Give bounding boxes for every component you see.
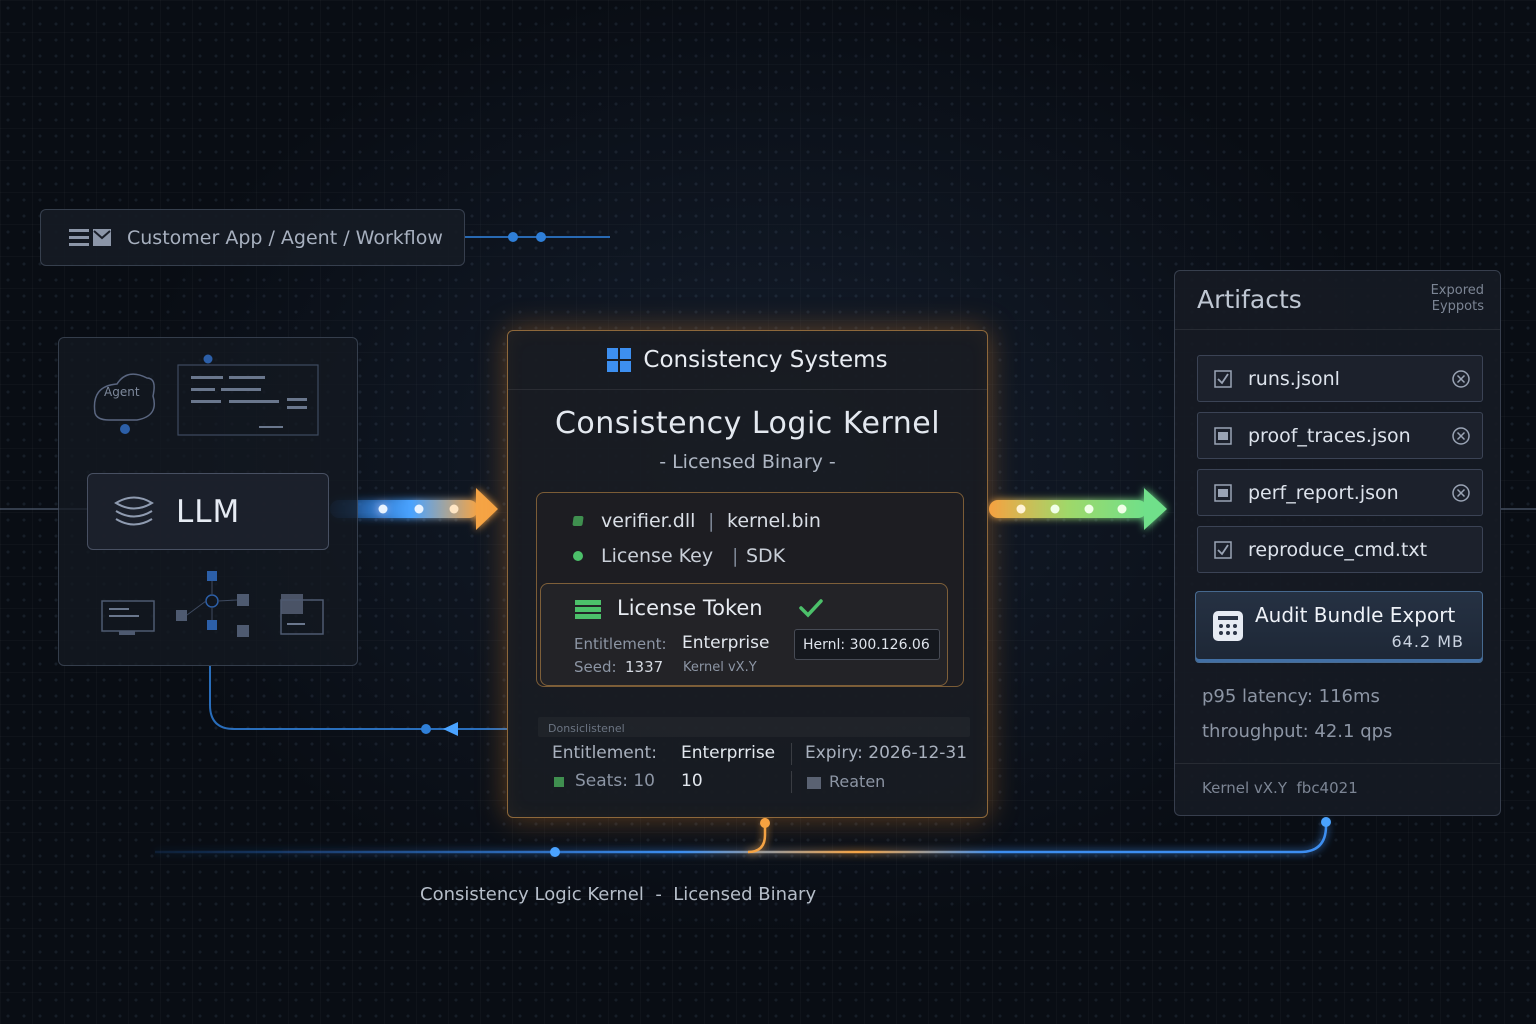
windows-logo-icon	[607, 348, 632, 372]
llm-layers-icon	[114, 496, 154, 525]
brand-name: Consistency Systems	[643, 347, 888, 373]
return-line-dot	[421, 724, 431, 734]
license-key-label[interactable]: License Key	[601, 545, 713, 567]
return-arrowhead	[443, 722, 458, 736]
llm-card[interactable]: LLM	[87, 473, 329, 550]
file-bullet-icon	[573, 551, 583, 561]
audit-bundle-size: 64.2 MB	[1391, 632, 1464, 651]
p95-latency: p95 latency: 116ms	[1202, 686, 1380, 707]
close-circle-icon[interactable]	[1451, 483, 1471, 503]
close-circle-icon[interactable]	[1451, 426, 1471, 446]
kernel-panel: Consistency Systems Consistency Logic Ke…	[507, 330, 988, 818]
kernel-subtitle: - Licensed Binary -	[659, 451, 836, 473]
audit-bundle-title: Audit Bundle Export	[1255, 603, 1456, 627]
license-token-card[interactable]: License Token Entitlement: Enterprise He…	[540, 583, 948, 686]
artifact-file-name: runs.jsonl	[1248, 367, 1340, 390]
seat-icon	[554, 777, 564, 787]
kernel-version-footer: Kernel vX.Y fbc4021	[1202, 779, 1358, 797]
lower-entitlement-value: Enterprrise	[681, 743, 776, 763]
reaten-icon	[807, 777, 821, 789]
customer-connector-dot	[536, 232, 546, 242]
artifacts-header: Artifacts Expored Eyppots	[1175, 271, 1500, 330]
throughput: throughput: 42.1 qps	[1202, 721, 1393, 742]
artifact-file-row[interactable]: perf_report.json	[1197, 469, 1483, 516]
kernel-hash-pill: Hernl: 300.126.06	[794, 629, 940, 660]
bottom-bus-dot	[550, 847, 560, 857]
customer-app-label: Customer App / Agent / Workflow	[127, 226, 443, 249]
seed-label: Seed:	[574, 658, 617, 676]
kernel-drop-dot	[760, 818, 770, 828]
details-subheader: Donsiclistenel	[548, 722, 625, 735]
license-token-title: License Token	[617, 596, 763, 620]
customer-connector-dot	[508, 232, 518, 242]
artifacts-drop-dot	[1321, 817, 1331, 827]
kernel-title: Consistency Logic Kernel	[554, 406, 941, 441]
graph-node-icon	[205, 594, 219, 608]
artifact-file-name: reproduce_cmd.txt	[1248, 538, 1428, 561]
folder-icon	[281, 594, 303, 614]
artifacts-panel: Artifacts Expored Eyppots runs.jsonl pro…	[1174, 270, 1501, 816]
entitlement-label: Entitlement:	[574, 635, 667, 653]
binary-contents-box: verifier.dll | kernel.bin License Key | …	[536, 492, 964, 687]
entitlement-value: Enterprise	[682, 633, 770, 653]
sdk-label[interactable]: SDK	[746, 545, 785, 567]
seats-label: Seats: 10	[575, 771, 655, 791]
kernel-to-artifacts-arrow	[989, 488, 1167, 530]
exported-label-line1: Expored	[1430, 283, 1484, 298]
seats-value: 10	[681, 771, 703, 791]
llm-label: LLM	[176, 493, 241, 530]
lower-entitlement-label: Entitlement:	[552, 743, 657, 763]
license-token-icon	[575, 600, 601, 619]
artifact-file-name: proof_traces.json	[1248, 424, 1411, 447]
artifact-file-row[interactable]: reproduce_cmd.txt	[1197, 526, 1483, 573]
artifact-file-row[interactable]: runs.jsonl	[1197, 355, 1483, 402]
close-circle-icon[interactable]	[1451, 369, 1471, 389]
customer-app-chip[interactable]: Customer App / Agent / Workflow	[40, 209, 465, 266]
agent-label: Agent	[104, 385, 140, 399]
checkbox-icon[interactable]	[1214, 426, 1232, 445]
file-separator: |	[708, 510, 715, 532]
calculator-icon	[1213, 611, 1243, 641]
file-separator: |	[732, 545, 739, 567]
kernel-header: Consistency Systems	[508, 331, 987, 390]
bottom-bus-line	[155, 820, 1328, 854]
exported-label-line2: Eyppots	[1431, 299, 1484, 314]
footer-caption: Consistency Logic Kernel - Licensed Bina…	[420, 884, 817, 905]
token-kernel-version: Kernel vX.Y	[683, 660, 757, 675]
list-icon	[69, 228, 111, 246]
audit-bundle-export-button[interactable]: Audit Bundle Export 64.2 MB	[1195, 591, 1483, 663]
checkbox-icon[interactable]	[1214, 369, 1232, 388]
return-line	[209, 666, 507, 730]
divider	[791, 743, 792, 765]
divider	[1175, 763, 1500, 764]
artifact-file-name: perf_report.json	[1248, 481, 1399, 504]
file-kernel-bin[interactable]: kernel.bin	[727, 510, 821, 532]
artifact-file-row[interactable]: proof_traces.json	[1197, 412, 1483, 459]
reaten-label: Reaten	[829, 772, 886, 791]
checkbox-icon[interactable]	[1214, 540, 1232, 559]
file-bullet-icon	[572, 516, 584, 526]
expiry-label: Expiry: 2026-12-31	[805, 743, 968, 763]
file-verifier[interactable]: verifier.dll	[601, 510, 695, 532]
check-icon	[799, 599, 823, 618]
artifacts-title: Artifacts	[1197, 285, 1302, 314]
seed-value: 1337	[625, 658, 664, 676]
divider	[791, 771, 792, 793]
checkbox-icon[interactable]	[1214, 483, 1232, 502]
